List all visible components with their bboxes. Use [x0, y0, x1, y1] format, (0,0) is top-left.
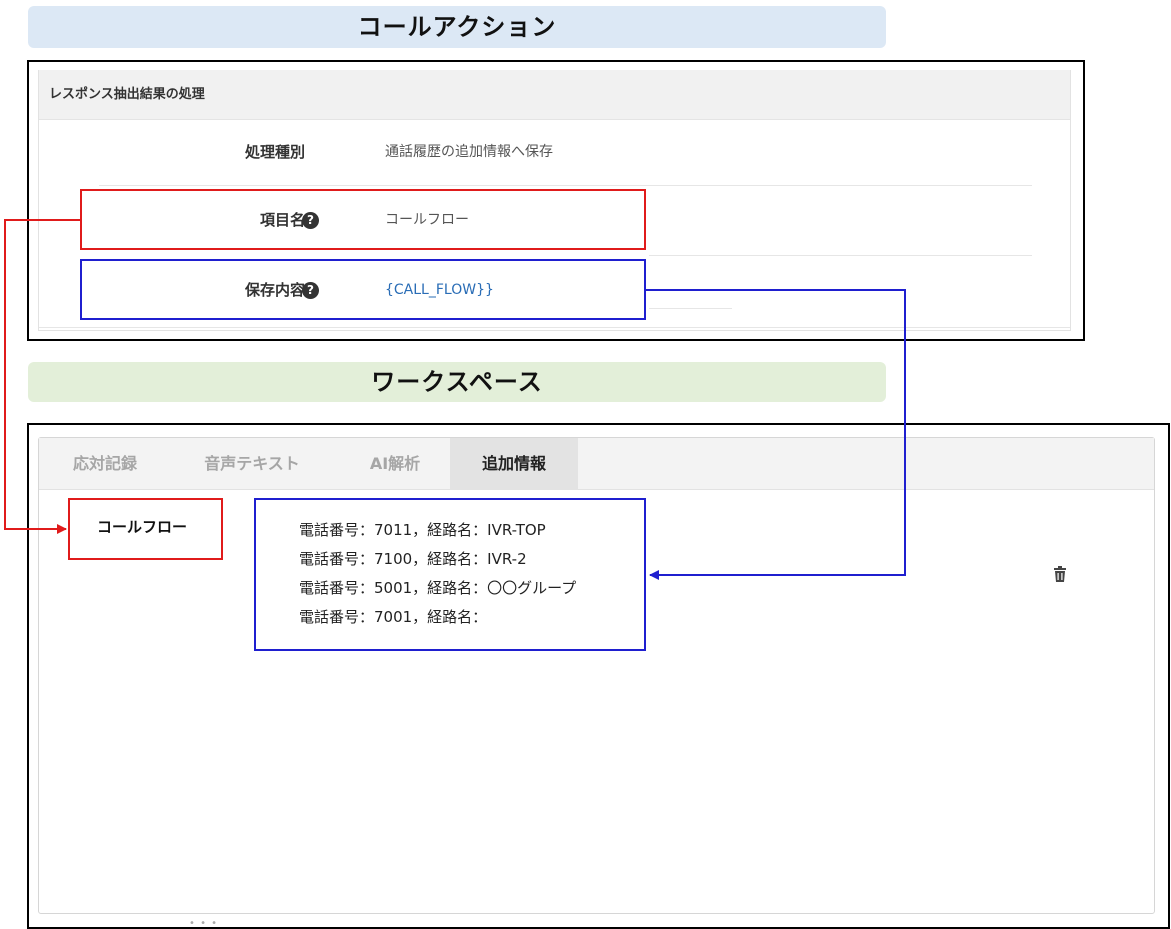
response-processing-header: レスポンス抽出結果の処理 — [39, 70, 1070, 120]
call-action-banner: コールアクション — [28, 6, 886, 48]
item-name-highlight — [80, 189, 646, 250]
field-name-highlight — [68, 498, 223, 560]
row-divider — [99, 185, 1032, 186]
tab-ai-analysis[interactable]: AI解析 — [349, 438, 441, 490]
process-type-value: 通話履歴の追加情報へ保存 — [385, 144, 553, 160]
row-divider — [649, 255, 1032, 256]
row-divider — [649, 308, 732, 309]
process-type-row: 処理種別 通話履歴の追加情報へ保存 — [39, 132, 1070, 172]
process-type-label: 処理種別 — [244, 143, 305, 161]
tab-call-record[interactable]: 応対記録 — [59, 438, 151, 490]
resize-handle[interactable]: • • • — [189, 918, 218, 929]
workspace-tabbar: 応対記録 音声テキスト AI解析 追加情報 — [39, 438, 1154, 490]
call-flow-highlight — [254, 498, 646, 651]
tab-voice-text[interactable]: 音声テキスト — [183, 438, 321, 490]
panel-bottom-border — [39, 327, 1070, 328]
workspace-banner: ワークスペース — [28, 362, 886, 402]
trash-icon[interactable] — [1053, 566, 1067, 582]
tab-additional-info[interactable]: 追加情報 — [450, 438, 578, 490]
save-content-highlight — [80, 259, 646, 320]
